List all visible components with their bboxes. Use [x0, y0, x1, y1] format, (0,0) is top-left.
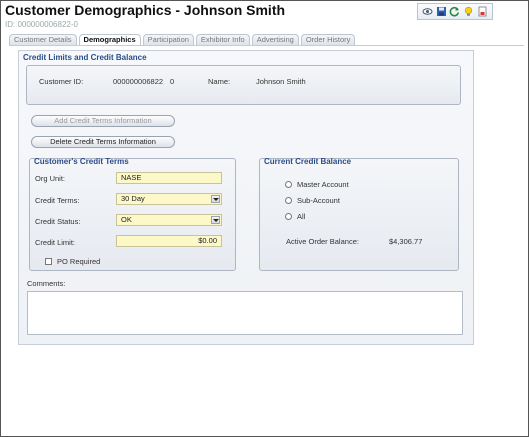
po-required-checkbox[interactable]	[45, 258, 52, 265]
credit-status-label: Credit Status:	[35, 217, 81, 226]
credit-balance-box: Current Credit Balance Master Account Su…	[259, 157, 459, 271]
org-unit-field[interactable]: NASE	[116, 172, 222, 184]
toolbar	[417, 3, 493, 20]
credit-terms-value: 30 Day	[121, 194, 145, 203]
org-unit-label: Org Unit:	[35, 174, 66, 183]
tab-order-history[interactable]: Order History	[300, 34, 356, 45]
customer-info-box: Customer ID: 000000006822 0 Name: Johnso…	[26, 65, 461, 105]
credit-limit-label: Credit Limit:	[35, 238, 76, 247]
credit-balance-title: Current Credit Balance	[264, 157, 352, 166]
name-label: Name:	[208, 77, 231, 86]
po-required-label: PO Required	[57, 257, 101, 266]
name-value: Johnson Smith	[256, 77, 306, 86]
credit-status-select[interactable]: OK	[116, 214, 222, 226]
customer-id-label: Customer ID:	[39, 77, 84, 86]
credit-limit-field[interactable]: $0.00	[116, 235, 222, 247]
view-icon[interactable]	[422, 6, 433, 17]
delete-credit-terms-button[interactable]: Delete Credit Terms Information	[31, 136, 175, 148]
comments-textarea[interactable]	[27, 291, 463, 335]
add-credit-terms-button[interactable]: Add Credit Terms Information	[31, 115, 175, 127]
report-icon[interactable]	[477, 6, 488, 17]
credit-panel: Credit Limits and Credit Balance Custome…	[18, 50, 474, 345]
credit-terms-box: Customer's Credit Terms Org Unit: NASE C…	[29, 157, 236, 271]
chevron-down-icon[interactable]	[211, 216, 220, 224]
tab-divider	[9, 45, 524, 46]
credit-terms-label: Credit Terms:	[35, 196, 80, 205]
customer-id-suffix: 0	[170, 77, 175, 86]
tab-advertising[interactable]: Advertising	[251, 34, 299, 45]
tab-exhibitor-info[interactable]: Exhibitor Info	[195, 34, 250, 45]
credit-status-value: OK	[121, 215, 132, 224]
chevron-down-icon[interactable]	[211, 195, 220, 203]
window-frame: Customer Demographics - Johnson Smith ID…	[0, 0, 529, 437]
customer-id-subtitle: ID: 000000006822-0	[5, 20, 78, 29]
all-label: All	[297, 212, 306, 221]
credit-terms-title: Customer's Credit Terms	[34, 157, 129, 166]
credit-section-title: Credit Limits and Credit Balance	[23, 53, 147, 62]
sub-account-label: Sub-Account	[297, 196, 340, 205]
master-account-radio[interactable]	[285, 181, 292, 188]
tab-customer-details[interactable]: Customer Details	[9, 34, 77, 45]
lightbulb-icon[interactable]	[463, 6, 474, 17]
tab-participation[interactable]: Participation	[142, 34, 194, 45]
customer-id-value: 000000006822	[113, 77, 164, 86]
all-radio[interactable]	[285, 213, 292, 220]
credit-terms-select[interactable]: 30 Day	[116, 193, 222, 205]
sub-account-radio[interactable]	[285, 197, 292, 204]
master-account-label: Master Account	[297, 180, 349, 189]
refresh-icon[interactable]	[449, 6, 460, 17]
active-order-balance-value: $4,306.77	[389, 237, 423, 246]
comments-label: Comments:	[27, 279, 66, 288]
save-icon[interactable]	[436, 6, 447, 17]
page-title: Customer Demographics - Johnson Smith	[5, 2, 286, 18]
active-order-balance-label: Active Order Balance:	[286, 237, 359, 246]
